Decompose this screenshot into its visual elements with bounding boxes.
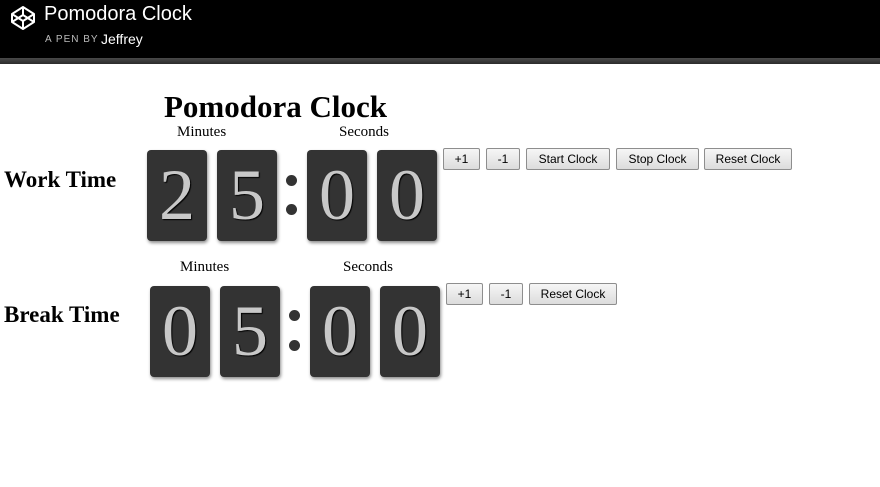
work-seconds-tens-digit: 0 <box>307 150 367 241</box>
break-seconds-ones-digit: 0 <box>380 286 440 377</box>
break-minutes-label: Minutes <box>180 259 230 275</box>
work-minutes-tens-digit: 2 <box>147 150 207 241</box>
break-plus-one-button[interactable]: +1 <box>446 283 483 305</box>
pen-by-label: A PEN BY <box>45 34 99 45</box>
pen-author-link[interactable]: Jeffrey <box>101 31 143 47</box>
page-title: Pomodora Clock <box>164 89 388 124</box>
work-seconds-ones-digit: 0 <box>377 150 437 241</box>
work-minutes-ones-digit: 5 <box>217 150 277 241</box>
pen-title: Pomodora Clock <box>44 3 192 25</box>
work-colon-bottom-dot <box>286 204 297 215</box>
start-clock-button[interactable]: Start Clock <box>526 148 610 170</box>
break-colon-bottom-dot <box>289 340 300 351</box>
break-minus-one-button[interactable]: -1 <box>489 283 523 305</box>
work-seconds-label: Seconds <box>339 124 389 140</box>
break-seconds-label: Seconds <box>343 259 393 275</box>
work-reset-clock-button[interactable]: Reset Clock <box>704 148 792 170</box>
break-seconds-tens-digit: 0 <box>310 286 370 377</box>
break-reset-clock-button[interactable]: Reset Clock <box>529 283 617 305</box>
break-minutes-ones-digit: 5 <box>220 286 280 377</box>
break-colon-top-dot <box>289 310 300 321</box>
work-colon-top-dot <box>286 175 297 186</box>
work-time-label: Work Time <box>4 167 117 192</box>
header-divider <box>0 58 880 64</box>
stop-clock-button[interactable]: Stop Clock <box>616 148 699 170</box>
work-plus-one-button[interactable]: +1 <box>443 148 480 170</box>
work-minus-one-button[interactable]: -1 <box>486 148 520 170</box>
codepen-logo-icon[interactable] <box>10 5 36 31</box>
work-minutes-label: Minutes <box>177 124 227 140</box>
break-minutes-tens-digit: 0 <box>150 286 210 377</box>
break-time-label: Break Time <box>4 302 120 327</box>
codepen-header: Pomodora Clock A PEN BY Jeffrey <box>0 0 880 58</box>
